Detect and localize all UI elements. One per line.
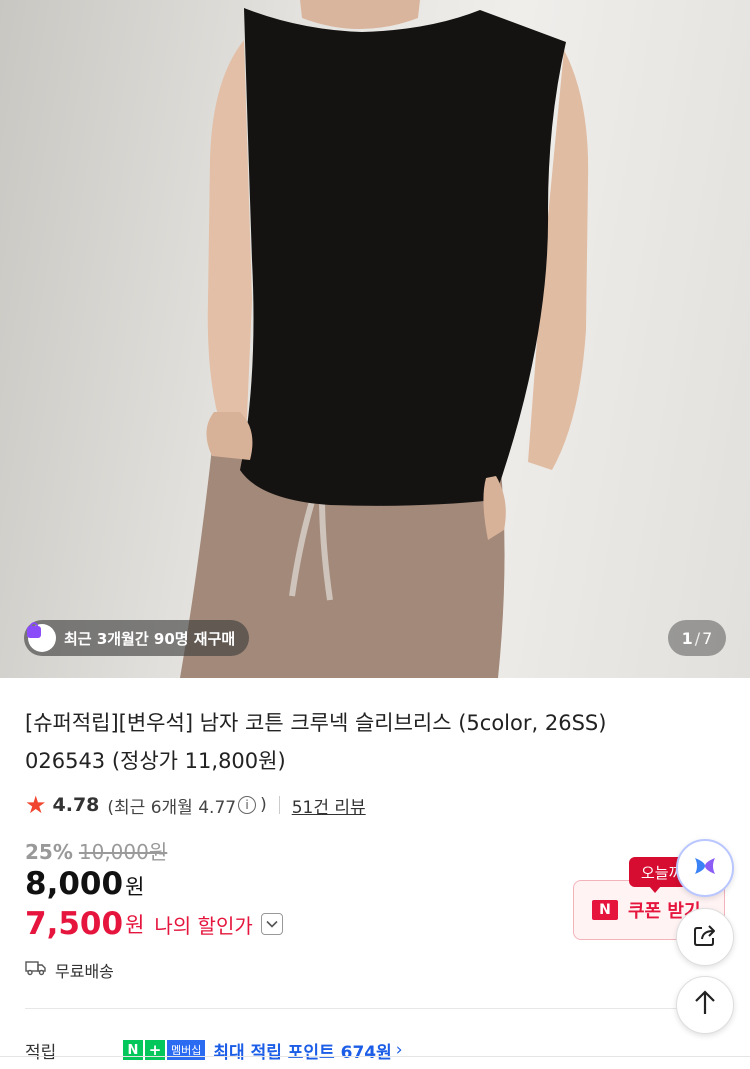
naver-n-logo: N <box>592 900 618 920</box>
chevron-down-icon[interactable] <box>260 913 283 935</box>
rating-score: 4.78 <box>52 794 100 816</box>
max-points-text: 최대 적립 포인트 674원 <box>213 1042 392 1063</box>
shopping-bag-icon <box>27 622 56 652</box>
image-total-count: 7 <box>702 628 713 648</box>
chevron-right-icon: › <box>395 1040 403 1060</box>
shipping-info: 무료배송 <box>25 958 114 982</box>
reviews-link[interactable]: 51건 리뷰 <box>292 793 366 818</box>
my-price-label: 나의 할인가 <box>154 913 253 938</box>
my-price-value: 7,500 <box>25 906 124 942</box>
sale-price-unit: 원 <box>125 875 145 899</box>
star-icon: ★ <box>25 791 47 819</box>
product-image[interactable]: 최근 3개월간 90명 재구매 1 / 7 <box>0 0 750 678</box>
original-price: 10,000원 <box>78 840 168 864</box>
truck-icon <box>25 960 47 980</box>
arrow-up-icon <box>693 990 717 1020</box>
sale-price-value: 8,000 <box>25 866 124 902</box>
discount-row: 25% 10,000원 <box>25 836 167 865</box>
repurchase-text: 최근 3개월간 90명 재구매 <box>64 629 236 648</box>
naver-plus-membership-badge: N + 멤버십 <box>123 1040 206 1060</box>
discount-percent: 25% <box>25 840 73 864</box>
recent-rating-prefix: (최근 6개월 4.77 <box>107 797 237 818</box>
model-photo <box>180 0 589 678</box>
membership-label: 멤버십 <box>167 1040 206 1060</box>
points-row[interactable]: 적립 N + 멤버십 최대 적립 포인트 674원 › <box>25 1038 403 1063</box>
image-page-counter: 1 / 7 <box>668 620 726 656</box>
bottom-divider <box>0 1056 750 1057</box>
ai-sparkle-icon <box>691 852 719 884</box>
repurchase-badge: 최근 3개월간 90명 재구매 <box>24 620 250 656</box>
share-icon <box>691 921 719 953</box>
scroll-to-top-button[interactable] <box>676 976 734 1034</box>
image-current-index: 1 <box>681 628 693 648</box>
ai-assistant-button[interactable] <box>676 839 734 897</box>
share-button[interactable] <box>676 908 734 966</box>
points-label: 적립 <box>25 1042 57 1063</box>
sale-price: 8,000 원 <box>25 866 144 902</box>
naver-n-logo: N <box>123 1040 143 1060</box>
shipping-label: 무료배송 <box>55 962 114 981</box>
image-counter-separator: / <box>694 628 701 648</box>
plus-icon: + <box>145 1040 165 1060</box>
product-title: [슈퍼적립][변우석] 남자 코튼 크루넥 슬리브리스 (5color, 26S… <box>25 711 607 773</box>
recent-rating-suffix: ) <box>260 795 267 815</box>
section-divider <box>25 1008 725 1009</box>
rating-divider <box>278 796 280 814</box>
info-icon[interactable]: i <box>238 796 257 814</box>
my-discount-price[interactable]: 7,500 원 나의 할인가 <box>25 906 283 942</box>
my-price-unit: 원 <box>125 913 145 937</box>
rating-row: ★ 4.78 (최근 6개월 4.77 i ) 51건 리뷰 <box>25 790 366 820</box>
